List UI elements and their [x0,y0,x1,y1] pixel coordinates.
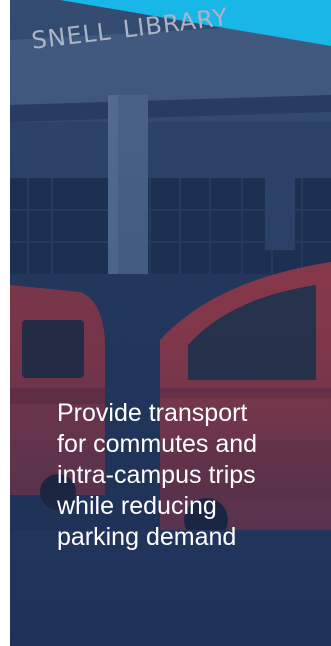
caption-line: Provide transport [57,399,248,427]
caption-line: parking demand [57,523,237,551]
caption-line: for commutes and [57,430,258,458]
caption-line: intra-campus trips [57,461,256,489]
hero-card: SNELL LIBRARY Provide transport for commu… [10,0,331,646]
hero-caption: Provide transport for commutes and intra… [57,398,327,553]
caption-line: while reducing [57,492,217,520]
